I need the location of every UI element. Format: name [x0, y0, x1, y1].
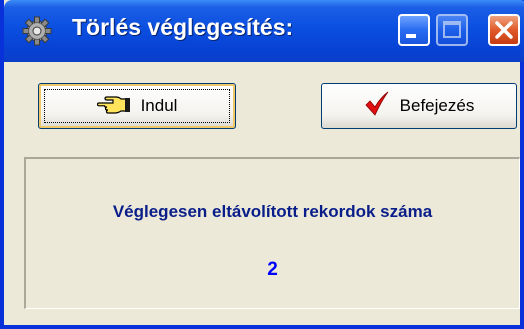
maximize-icon [443, 21, 461, 38]
minimize-button[interactable] [398, 14, 430, 46]
close-icon [495, 21, 513, 39]
finish-button[interactable]: Befejezés [321, 83, 517, 129]
focus-ring [44, 89, 230, 123]
title-bar[interactable]: Törlés véglegesítés: [4, 0, 524, 62]
maximize-button[interactable] [436, 14, 468, 46]
deleted-records-label: Véglegesen eltávolított rekordok száma [112, 202, 433, 221]
red-checkmark-icon [364, 91, 390, 122]
dialog-window: Törlés véglegesítés: Indul Befejezés Vég… [0, 0, 524, 329]
result-panel: Véglegesen eltávolított rekordok száma 2 [24, 157, 520, 309]
deleted-records-count: 2 [267, 259, 278, 280]
finish-button-label: Befejezés [399, 96, 475, 115]
start-button[interactable]: Indul [38, 83, 236, 129]
gear-icon [22, 16, 52, 46]
close-button[interactable] [488, 14, 520, 46]
window-title: Törlés véglegesítés: [72, 14, 294, 40]
minimize-icon [406, 34, 416, 38]
